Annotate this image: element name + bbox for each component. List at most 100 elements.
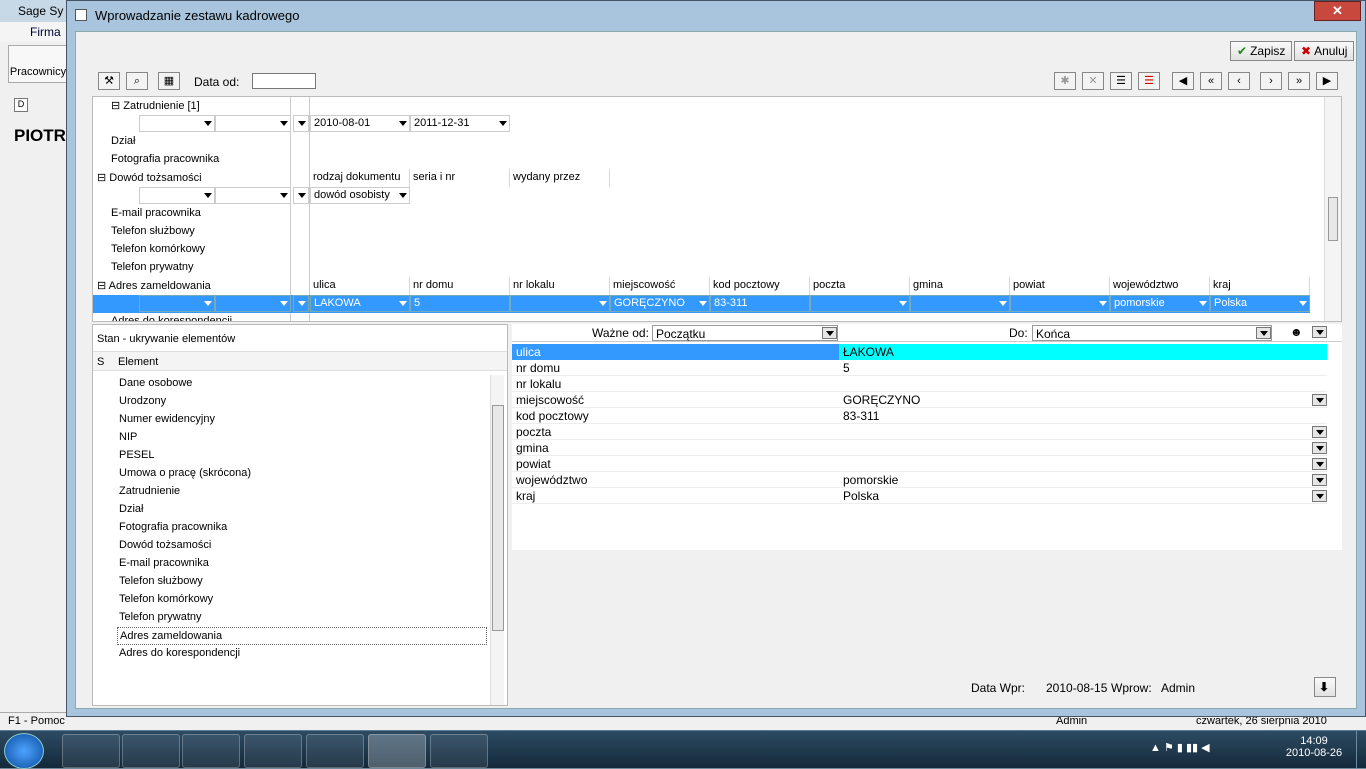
taskbar-paint[interactable] [430, 734, 488, 768]
do-select[interactable]: Końca [1032, 325, 1272, 341]
add-list-icon[interactable]: ☰ [1110, 72, 1132, 90]
scroll-thumb[interactable] [492, 405, 504, 631]
addr-combo-3[interactable] [293, 295, 309, 312]
taskbar-explorer[interactable] [122, 734, 180, 768]
chevron-down-icon[interactable] [1312, 490, 1327, 502]
person-icon[interactable]: ☻ [1290, 325, 1303, 339]
date-start[interactable]: 2010-08-01 [310, 115, 410, 132]
element-item[interactable]: Telefon służbowy [117, 573, 487, 591]
show-desktop[interactable] [1356, 731, 1366, 769]
element-item[interactable]: Urodzony [117, 393, 487, 411]
remove-list-icon[interactable]: ☰ [1138, 72, 1160, 90]
prev-icon[interactable]: ‹ [1228, 72, 1250, 90]
field-row[interactable]: kod pocztowy 83-311 [512, 408, 1327, 424]
chevron-down-icon[interactable] [1312, 426, 1327, 438]
dowod-type[interactable]: dowód osobisty [310, 187, 410, 204]
field-row[interactable]: ulica ŁAKOWA [512, 344, 1327, 360]
address-value[interactable] [810, 295, 910, 312]
address-value[interactable] [1010, 295, 1110, 312]
field-value[interactable]: Polska [843, 489, 879, 503]
field-row[interactable]: nr domu 5 [512, 360, 1327, 376]
address-selected-row[interactable]: LAKOWA 5 GORĘCZYNO 83-311 pomorskie Polska [93, 295, 1310, 313]
element-item[interactable]: E-mail pracownika [117, 555, 487, 573]
list-scrollbar[interactable] [490, 375, 504, 705]
element-item[interactable]: PESEL [117, 447, 487, 465]
group-adres[interactable]: ⊟ Adres zameldowania [93, 277, 293, 295]
addr-combo-1[interactable] [139, 295, 215, 312]
chevron-down-icon[interactable] [1312, 458, 1327, 470]
element-item[interactable]: Adres do korespondencji [117, 645, 487, 663]
prev-page-icon[interactable]: « [1200, 72, 1222, 90]
taskbar-sage[interactable] [368, 734, 426, 768]
element-item[interactable]: Fotografia pracownika [117, 519, 487, 537]
addr-combo-2[interactable] [215, 295, 291, 312]
new-record-icon[interactable]: ✱ [1054, 72, 1076, 90]
address-value[interactable] [510, 295, 610, 312]
field-row[interactable]: powiat [512, 456, 1327, 472]
grid-scrollbar[interactable] [1324, 97, 1341, 321]
chevron-down-icon[interactable] [1312, 394, 1327, 406]
date-from-input[interactable] [252, 73, 316, 89]
element-item[interactable]: Numer ewidencyjny [117, 411, 487, 429]
save-button[interactable]: ✔ Zapisz [1230, 41, 1293, 61]
field-value[interactable]: 5 [843, 361, 850, 375]
taskbar-app-1[interactable] [62, 734, 120, 768]
search-icon[interactable]: ⌕ [126, 72, 148, 90]
first-icon[interactable]: ◀ [1172, 72, 1194, 90]
calendar-icon[interactable]: ▦ [158, 72, 180, 90]
element-item[interactable]: Dział [117, 501, 487, 519]
address-value[interactable]: 83-311 [710, 295, 810, 312]
element-item[interactable]: Zatrudnienie [117, 483, 487, 501]
menu-firma[interactable]: Firma [0, 22, 72, 42]
cancel-button[interactable]: ✖ Anuluj [1294, 41, 1355, 61]
next-page-icon[interactable]: » [1288, 72, 1310, 90]
scroll-thumb[interactable] [1328, 197, 1338, 241]
element-item[interactable]: Telefon komórkowy [117, 591, 487, 609]
collapse-icon[interactable]: ⊟ [111, 100, 123, 112]
chevron-down-icon[interactable] [1312, 474, 1327, 486]
element-item[interactable]: Umowa o pracę (skrócona) [117, 465, 487, 483]
last-icon[interactable]: ▶ [1316, 72, 1338, 90]
dowod-combo-1[interactable] [139, 187, 215, 204]
pracownicy-button[interactable]: Pracownicy [8, 45, 68, 83]
field-value[interactable]: pomorskie [843, 473, 898, 487]
zatrudnienie-combo-3[interactable] [293, 115, 309, 132]
zatrudnienie-combo-1[interactable] [139, 115, 215, 132]
tray-icons[interactable]: ▲ ⚑ ▮ ▮▮ ◀ [1150, 741, 1210, 754]
address-value[interactable]: 5 [410, 295, 510, 312]
nav-first-icon[interactable]: D [14, 98, 28, 112]
taskbar-app-5[interactable] [306, 734, 364, 768]
element-item[interactable]: NIP [117, 429, 487, 447]
field-value[interactable]: ŁAKOWA [843, 345, 894, 359]
element-item[interactable]: Dane osobowe [117, 375, 487, 393]
field-value[interactable]: GORĘCZYNO [843, 393, 920, 407]
collapse-icon[interactable]: ⊟ [97, 172, 109, 184]
element-item[interactable]: Adres zameldowania [117, 627, 487, 645]
chevron-down-icon[interactable] [1312, 442, 1327, 454]
dowod-combo-2[interactable] [215, 187, 291, 204]
options-dropdown[interactable] [1312, 326, 1327, 338]
collapse-icon[interactable]: ⊟ [97, 280, 109, 292]
field-row[interactable]: kraj Polska [512, 488, 1327, 504]
element-item[interactable]: Telefon prywatny [117, 609, 487, 627]
field-row[interactable]: poczta [512, 424, 1327, 440]
group-dowod[interactable]: ⊟ Dowód tożsamości [93, 169, 293, 187]
field-row[interactable]: gmina [512, 440, 1327, 456]
address-value[interactable]: Polska [1210, 295, 1310, 312]
down-arrow-button[interactable]: ⬇ [1314, 677, 1336, 697]
dowod-combo-3[interactable] [293, 187, 309, 204]
delete-record-icon[interactable]: ✕ [1082, 72, 1104, 90]
next-icon[interactable]: › [1260, 72, 1282, 90]
address-value[interactable] [910, 295, 1010, 312]
field-row[interactable]: miejscowość GORĘCZYNO [512, 392, 1327, 408]
group-zatrudnienie[interactable]: ⊟ Zatrudnienie [1] [93, 97, 293, 115]
field-row[interactable]: nr lokalu [512, 376, 1327, 392]
tools-icon[interactable]: ⚒ [98, 72, 120, 90]
wazne-od-select[interactable]: Początku [652, 325, 838, 341]
start-button[interactable] [4, 733, 44, 769]
field-value[interactable]: 83-311 [843, 409, 879, 423]
clock[interactable]: 14:09 2010-08-26 [1284, 735, 1344, 759]
address-value[interactable]: GORĘCZYNO [610, 295, 710, 312]
address-value[interactable]: LAKOWA [310, 295, 410, 312]
zatrudnienie-combo-2[interactable] [215, 115, 291, 132]
